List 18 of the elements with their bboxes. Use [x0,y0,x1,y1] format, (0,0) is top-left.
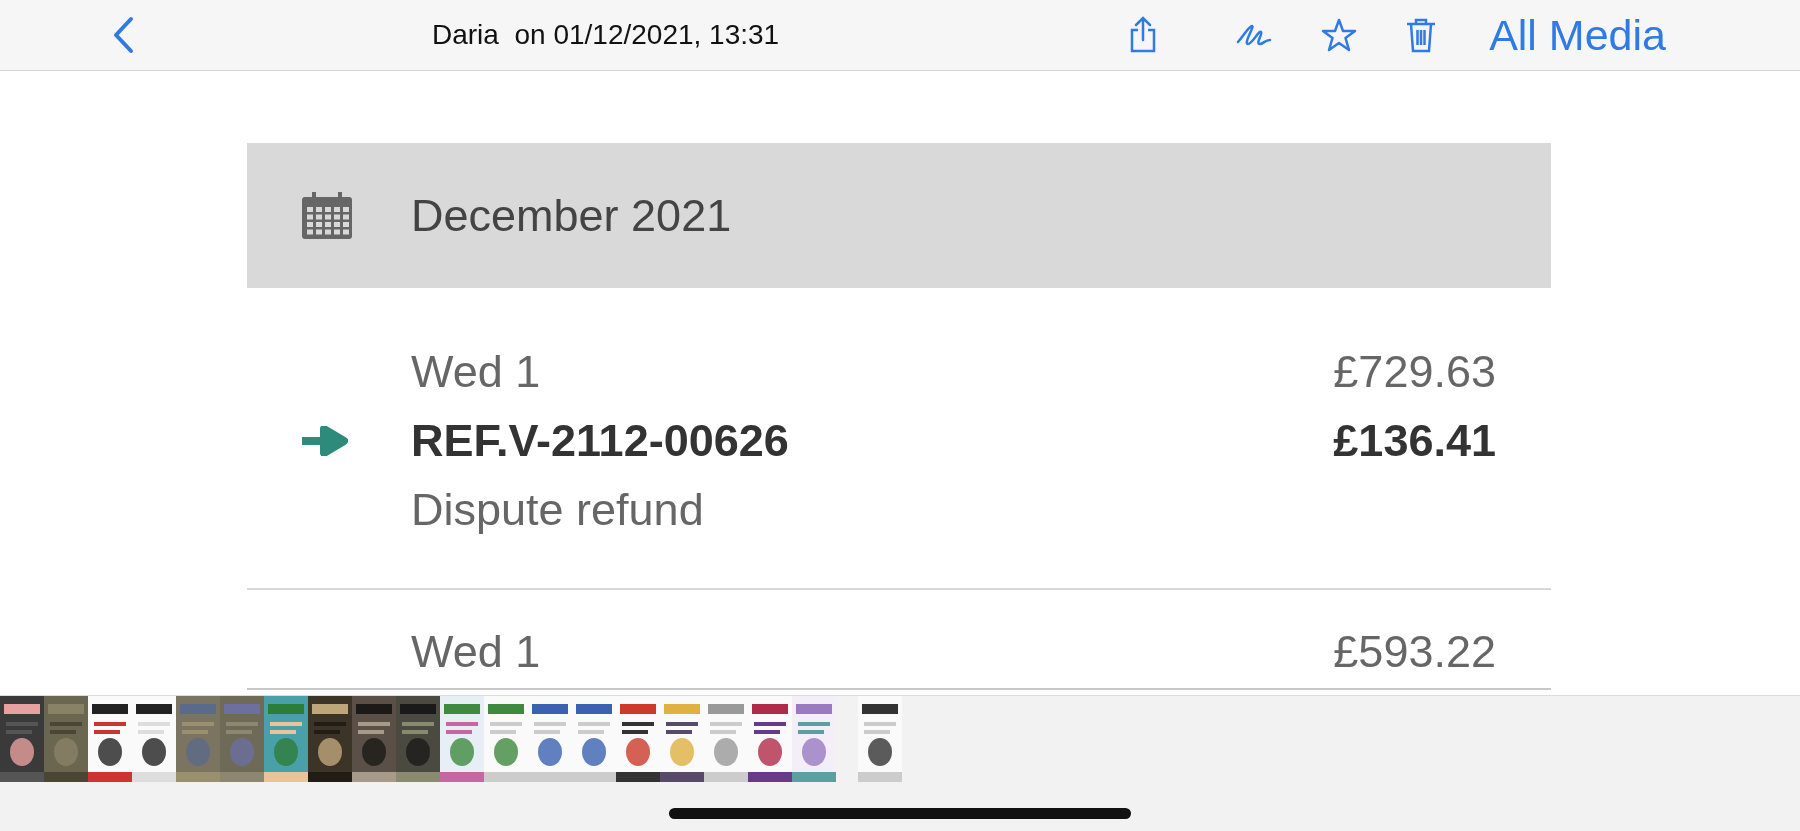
balance: £729.63 [1333,345,1496,398]
back-icon [112,16,134,54]
transaction-date: Wed 1 [411,626,541,678]
month-label: December 2021 [411,189,732,242]
photo-title: Daria on 01/12/2021, 13:31 [432,19,780,51]
star-icon [1321,17,1358,53]
all-media-button[interactable]: All Media [1489,10,1666,60]
transaction-reference: REF.V-2112-00626 [411,414,789,467]
transaction-date: Wed 1 [411,345,541,398]
delete-button[interactable] [1405,16,1438,54]
balance: £593.22 [1333,626,1496,678]
favorite-button[interactable] [1321,17,1358,53]
transaction-description: Dispute refund [411,483,704,536]
calendar-icon [300,190,354,241]
transaction-amount: £136.41 [1333,414,1496,467]
arrow-right-icon [300,425,348,456]
trash-icon [1405,16,1438,54]
back-button[interactable] [112,16,134,54]
